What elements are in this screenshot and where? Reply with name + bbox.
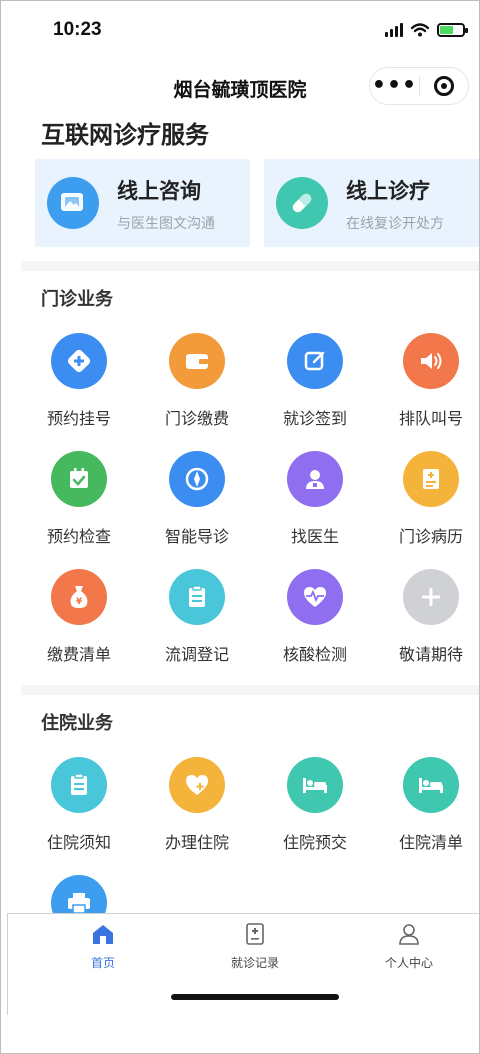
online-consult-card[interactable]: 线上咨询 与医生图文沟通 (35, 159, 250, 247)
tab-home[interactable]: 首页 (28, 922, 178, 971)
status-icons (385, 23, 468, 37)
item-label: 住院须知 (46, 833, 111, 852)
clipboard-icon (51, 757, 107, 813)
inpatient-item-bill-list[interactable]: 住院清单 (373, 757, 479, 853)
status-bar: 10:23 (1, 15, 479, 51)
online-treatment-subtitle: 在线复诊开处方 (346, 216, 444, 232)
compass-icon (169, 451, 225, 507)
outpatient-grid: 预约挂号 门诊缴费 就诊签到 排队叫号 预约检查 智能导诊 找医生 门诊病历 ¥… (21, 333, 479, 673)
app-screen: 10:23 烟台毓璜顶医院 ••• 互联网诊疗服务 线上咨询 与医生图文沟通 线… (0, 0, 480, 1054)
inpatient-item-prepay[interactable]: 住院预交 (257, 757, 373, 853)
wallet-icon (169, 333, 225, 389)
online-consult-subtitle: 与医生图文沟通 (117, 216, 215, 232)
tab-label: 首页 (90, 956, 115, 970)
item-label: 核酸检测 (282, 645, 347, 664)
online-consult-title: 线上咨询 (117, 179, 201, 203)
heart-pulse-icon (287, 569, 343, 625)
home-indicator (171, 994, 339, 1000)
internet-services-title: 互联网诊疗服务 (41, 121, 209, 149)
home-icon (93, 925, 113, 944)
item-label: 敬请期待 (398, 645, 463, 664)
mini-program-capsule: ••• (369, 67, 469, 105)
outpatient-item-nucleic-test[interactable]: 核酸检测 (257, 569, 373, 665)
edit-icon (287, 333, 343, 389)
online-treatment-title: 线上诊疗 (346, 179, 430, 203)
hospital-cross-icon (51, 333, 107, 389)
tab-profile[interactable]: 个人中心 (334, 922, 479, 971)
item-label: 找医生 (290, 527, 339, 546)
tab-label: 个人中心 (384, 956, 433, 970)
outpatient-item-medical-record[interactable]: 门诊病历 (373, 451, 479, 547)
heart-plus-icon (169, 757, 225, 813)
calendar-check-icon (51, 451, 107, 507)
item-label: 流调登记 (164, 645, 229, 664)
item-label: 预约挂号 (46, 409, 111, 428)
plus-icon (403, 569, 459, 625)
image-chat-icon (47, 177, 99, 229)
medical-record-icon (403, 451, 459, 507)
inpatient-item-admission[interactable]: 办理住院 (139, 757, 255, 853)
wifi-icon (411, 23, 429, 37)
outpatient-item-exam-booking[interactable]: 预约检查 (21, 451, 137, 547)
doctor-icon (287, 451, 343, 507)
item-label: 就诊签到 (282, 409, 347, 428)
item-label: 门诊病历 (398, 527, 463, 546)
battery-icon (437, 23, 468, 37)
item-label: 智能导诊 (164, 527, 229, 546)
money-bag-icon: ¥ (51, 569, 107, 625)
outpatient-item-smart-guide[interactable]: 智能导诊 (139, 451, 255, 547)
tab-visit-records[interactable]: 就诊记录 (180, 922, 330, 971)
target-icon (433, 76, 454, 96)
record-icon (246, 923, 264, 945)
user-icon (399, 924, 419, 945)
outpatient-item-appointment[interactable]: 预约挂号 (21, 333, 137, 429)
section-divider (21, 685, 479, 695)
online-treatment-card[interactable]: 线上诊疗 在线复诊开处方 (264, 159, 479, 247)
item-label: 预约检查 (46, 527, 111, 546)
outpatient-item-bill-list[interactable]: ¥ 缴费清单 (21, 569, 137, 665)
item-label: 住院清单 (398, 833, 463, 852)
tab-label: 就诊记录 (230, 956, 279, 970)
item-label: 住院预交 (282, 833, 347, 852)
inpatient-title: 住院业务 (41, 713, 113, 734)
nav-header: 烟台毓璜顶医院 ••• (1, 63, 479, 109)
inpatient-grid: 住院须知 办理住院 住院预交 住院清单 (21, 757, 479, 931)
more-menu-button[interactable]: ••• (370, 75, 419, 97)
bed-icon (403, 757, 459, 813)
clipboard-icon (169, 569, 225, 625)
signal-icon (385, 23, 403, 37)
bed-icon (287, 757, 343, 813)
service-cards: 线上咨询 与医生图文沟通 线上诊疗 在线复诊开处方 (35, 159, 479, 247)
item-label: 排队叫号 (398, 409, 463, 428)
item-label: 缴费清单 (46, 645, 111, 664)
section-divider (21, 261, 479, 271)
item-label: 门诊缴费 (164, 409, 229, 428)
outpatient-item-checkin[interactable]: 就诊签到 (257, 333, 373, 429)
outpatient-item-coming-soon[interactable]: 敬请期待 (373, 569, 479, 665)
item-label: 办理住院 (164, 833, 229, 852)
outpatient-title: 门诊业务 (41, 289, 113, 310)
close-button[interactable] (420, 76, 468, 96)
inpatient-item-notice[interactable]: 住院须知 (21, 757, 137, 853)
outpatient-item-epi-registration[interactable]: 流调登记 (139, 569, 255, 665)
pill-icon (276, 177, 328, 229)
outpatient-item-payment[interactable]: 门诊缴费 (139, 333, 255, 429)
speaker-icon (403, 333, 459, 389)
svg-text:¥: ¥ (76, 597, 83, 607)
outpatient-item-find-doctor[interactable]: 找医生 (257, 451, 373, 547)
status-time: 10:23 (53, 19, 102, 40)
outpatient-item-queue[interactable]: 排队叫号 (373, 333, 479, 429)
